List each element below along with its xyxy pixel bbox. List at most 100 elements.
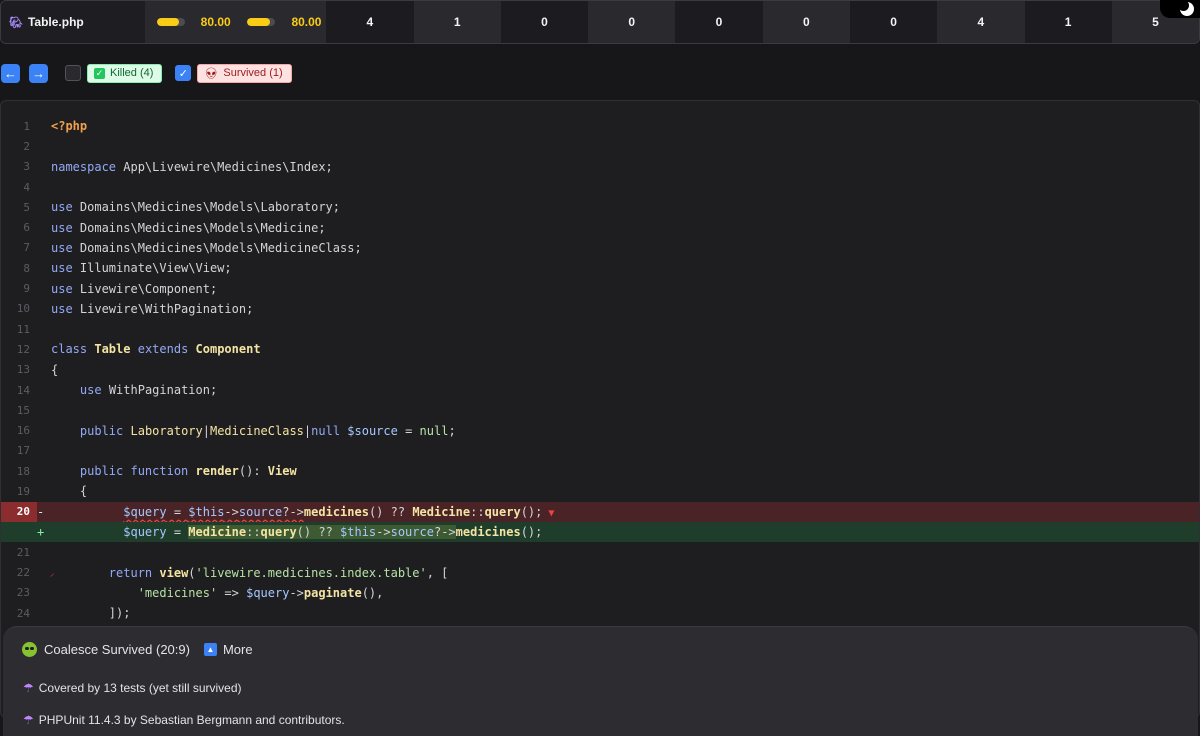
umbrella-icon: ☂ xyxy=(23,713,34,727)
line-number: 19 xyxy=(16,484,30,498)
removed-code-line[interactable]: 20- $query = $this->source?->medicines()… xyxy=(1,501,1199,522)
count-cell: 1 xyxy=(413,1,501,43)
covered-msi-cell: 80.00 xyxy=(235,1,327,43)
count-cell: 4 xyxy=(937,1,1025,43)
mutant-indicator-icon[interactable]: ▼ xyxy=(548,508,554,519)
msi-value: 80.00 xyxy=(200,15,231,29)
line-number: 17 xyxy=(16,444,30,458)
msi-cell: 80.00 xyxy=(144,1,236,43)
count-cell: 0 xyxy=(588,1,676,43)
count-cell: 0 xyxy=(500,1,589,43)
count-cell: 0 xyxy=(849,1,938,43)
count-cell: 4 xyxy=(326,1,414,43)
code-line: 2 xyxy=(1,136,1199,156)
more-label: More xyxy=(222,642,253,657)
code-line: 17 xyxy=(1,441,1199,461)
line-number: 21 xyxy=(16,545,30,559)
alien-icon xyxy=(22,642,37,657)
covered-msi-value: 80.00 xyxy=(291,15,322,29)
count-cell: 1 xyxy=(1024,1,1112,43)
code-line: 11 xyxy=(1,319,1199,339)
count-cell: 0 xyxy=(762,1,850,43)
line-number: 1 xyxy=(23,119,30,133)
code-line: 14 use WithPagination; xyxy=(1,380,1199,400)
code-line: 4 xyxy=(1,177,1199,197)
file-name: Table.php xyxy=(27,15,84,29)
line-number: 4 xyxy=(23,180,30,194)
file-name-cell[interactable]: 🐘︎ Table.php xyxy=(1,1,145,43)
added-marker: + xyxy=(37,525,45,540)
error-tick-icon: ⸝ xyxy=(50,569,55,580)
added-code-line: + $query = Medicine::query() ?? $this->s… xyxy=(1,521,1199,543)
code-line: 8 use Illuminate\View\View; xyxy=(1,258,1199,278)
killed-label: Killed (4) xyxy=(110,67,154,79)
code-line: 6 use Domains\Medicines\Models\Medicine; xyxy=(1,217,1199,237)
code-line: 10 use Livewire\WithPagination; xyxy=(1,299,1199,319)
code-line: 7 use Domains\Medicines\Models\MedicineCl… xyxy=(1,238,1199,258)
line-number: 13 xyxy=(16,363,30,377)
survived-label: Survived (1) xyxy=(223,67,283,79)
mutant-filter-toolbar: ← → ✓ Killed (4) ✓ 👽︎ Survived (1) xyxy=(0,62,292,84)
checkmark-icon: ✓ xyxy=(178,67,189,80)
survived-filter-checkbox[interactable]: ✓ xyxy=(175,65,192,81)
code-line: 22 return view('livewire.medicines.index… xyxy=(1,563,1199,583)
removed-marker: - xyxy=(37,504,45,519)
code-line: 18 public function render(): View xyxy=(1,461,1199,481)
covered-msi-progress-bar xyxy=(247,18,276,26)
line-number: 23 xyxy=(16,586,30,600)
line-number: 6 xyxy=(23,221,30,235)
line-number: 24 xyxy=(16,606,30,620)
coverage-info: ☂ Covered by 13 tests (yet still survive… xyxy=(23,681,242,695)
mutant-title: Coalesce Survived (20:9) xyxy=(44,642,190,657)
php-elephant-icon: 🐘︎ xyxy=(9,16,23,29)
line-number: 3 xyxy=(23,160,30,174)
code-line: 24 ]); xyxy=(1,603,1199,623)
killed-filter-checkbox[interactable] xyxy=(65,65,81,81)
code-line: 21 xyxy=(1,542,1199,562)
line-number: 10 xyxy=(16,302,30,316)
mutant-details-popup: Coalesce Survived (20:9) ▲ More ☂ Covere… xyxy=(3,626,1198,736)
line-number: 8 xyxy=(23,261,30,275)
code-line: 5 use Domains\Medicines\Models\Laboratory… xyxy=(1,197,1199,217)
previous-mutant-button[interactable]: ← xyxy=(1,63,20,83)
code-line: 12 class Table extends Component xyxy=(1,339,1199,359)
arrow-right-icon: → xyxy=(32,65,45,81)
alien-icon: 👽︎ xyxy=(204,67,219,80)
code-line: 15 xyxy=(1,400,1199,420)
test-output-line: ☂ PHPUnit 11.4.3 by Sebastian Bergmann a… xyxy=(23,713,345,727)
coverage-text: Covered by 13 tests (yet still survived) xyxy=(38,681,242,695)
survived-badge[interactable]: 👽︎ Survived (1) xyxy=(197,63,292,83)
file-stats-row: 🐘︎ Table.php 80.00 80.00 4 1 0 0 0 0 0 4… xyxy=(0,0,1200,44)
code-line: 13{ xyxy=(1,360,1199,380)
code-line: 9 use Livewire\Component; xyxy=(1,278,1199,298)
umbrella-icon: ☂ xyxy=(23,681,34,695)
line-number: 22 xyxy=(16,566,30,580)
more-button[interactable]: ▲ More xyxy=(203,642,253,657)
line-number: 2 xyxy=(23,139,30,153)
code-line: 23 'medicines' => $query->paginate(), xyxy=(1,583,1199,603)
theme-toggle[interactable] xyxy=(1160,0,1200,18)
line-number: 7 xyxy=(23,241,30,255)
arrow-left-icon: ← xyxy=(4,65,17,81)
code-listing: 1 <?php 2 3 namespace App\Livewire\Medicin… xyxy=(1,116,1199,623)
mutant-details-header: Coalesce Survived (20:9) ▲ More xyxy=(22,642,253,657)
line-number: 12 xyxy=(16,342,30,356)
killed-badge[interactable]: ✓ Killed (4) xyxy=(87,63,163,83)
line-number: 16 xyxy=(16,424,30,438)
line-number: 20 xyxy=(1,501,37,522)
code-line: 1 <?php xyxy=(1,116,1199,136)
code-line: 3 namespace App\Livewire\Medicines\Index; xyxy=(1,157,1199,177)
triangle-up-icon: ▲ xyxy=(203,643,217,656)
count-cell: 0 xyxy=(675,1,763,43)
line-number: 18 xyxy=(16,464,30,478)
msi-progress-bar xyxy=(156,18,185,26)
line-number: 15 xyxy=(16,403,30,417)
test-output-text: PHPUnit 11.4.3 by Sebastian Bergmann and… xyxy=(38,713,345,727)
line-number: 11 xyxy=(16,322,30,336)
moon-icon xyxy=(1178,0,1194,16)
code-line: 19 { xyxy=(1,481,1199,501)
next-mutant-button[interactable]: → xyxy=(29,63,48,83)
check-icon: ✓ xyxy=(94,67,105,79)
line-number: 14 xyxy=(16,383,30,397)
line-number: 5 xyxy=(23,200,30,214)
